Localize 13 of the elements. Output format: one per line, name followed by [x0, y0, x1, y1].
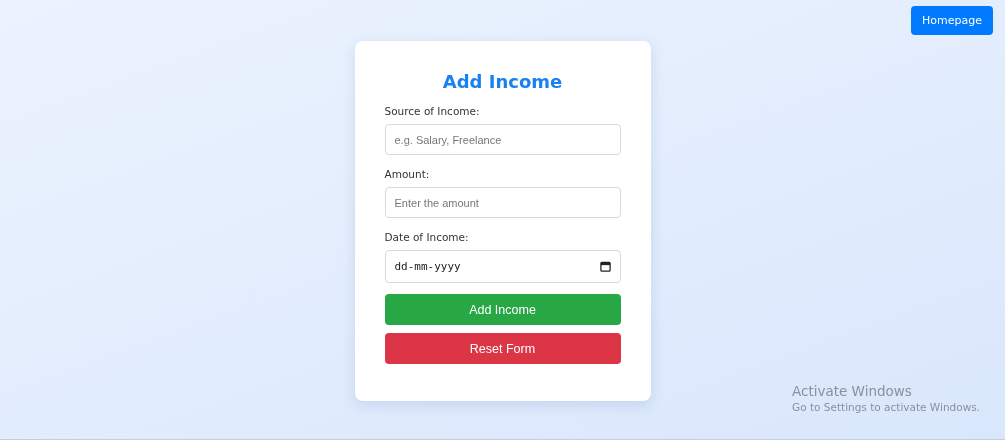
- text-field[interactable]: Enter the amount: [384, 187, 621, 218]
- text-field[interactable]: e.g. Salary, Freelance: [384, 124, 621, 155]
- field-label: Date of Income:: [384, 231, 469, 243]
- homepage-button[interactable]: Homepage: [911, 6, 993, 35]
- field-label: Amount:: [384, 168, 430, 180]
- activation-message: Go to Settings to activate Windows.: [792, 401, 981, 413]
- form-title: Add Income: [441, 71, 564, 92]
- reset-button[interactable]: Reset Form: [384, 333, 621, 364]
- date-field[interactable]: dd-mm-yyyy: [384, 250, 621, 283]
- calendar-icon[interactable]: [599, 261, 611, 272]
- field-label: Source of Income:: [384, 105, 480, 117]
- activation-title: Activate Windows: [792, 383, 913, 399]
- submit-button[interactable]: Add Income: [384, 294, 621, 325]
